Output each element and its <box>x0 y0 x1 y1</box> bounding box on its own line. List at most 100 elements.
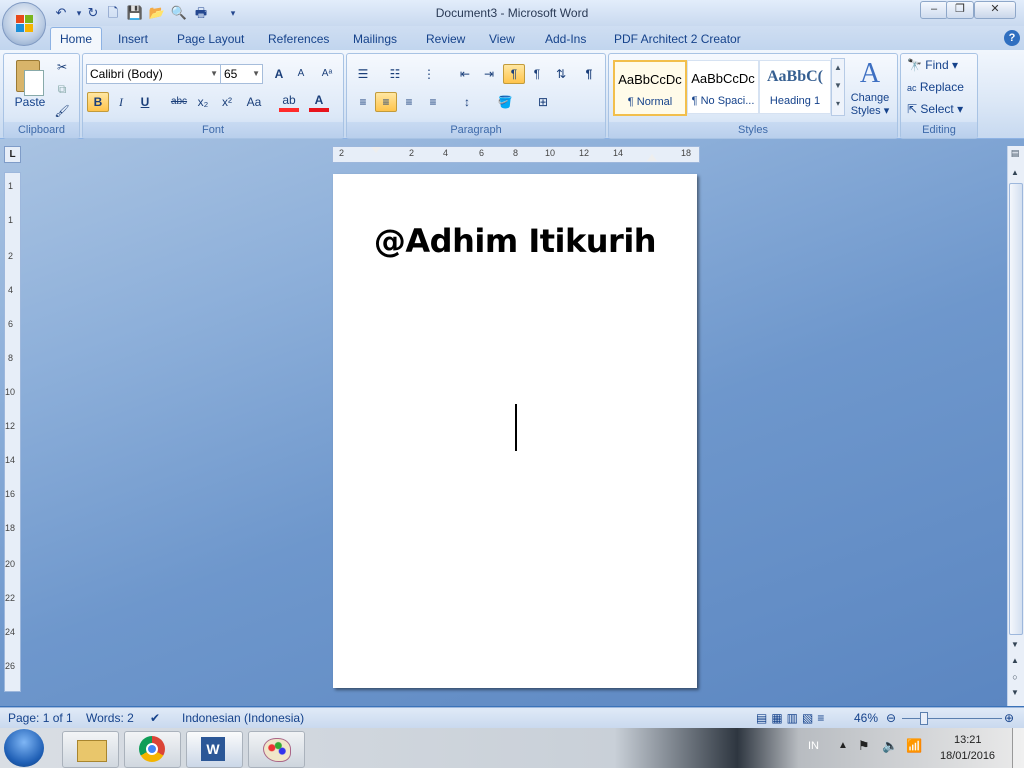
proofing-icon[interactable]: ✔ <box>150 711 160 725</box>
next-page-icon[interactable]: ▼ <box>1009 688 1021 700</box>
zoom-slider[interactable] <box>902 718 1002 719</box>
zoom-out-icon[interactable]: ⊖ <box>886 711 896 725</box>
align-center-icon[interactable]: ≡ <box>375 92 397 112</box>
ltr-text-icon[interactable]: ¶ <box>503 64 525 84</box>
undo-icon[interactable]: ↶ <box>52 4 70 22</box>
vertical-ruler[interactable]: 1 1 2 4 6 8 10 12 14 16 18 20 22 24 26 <box>4 172 21 692</box>
close-button[interactable]: ✕ <box>974 1 1016 19</box>
line-spacing-icon[interactable]: ↕ <box>457 92 477 112</box>
show-desktop-button[interactable] <box>1012 728 1024 768</box>
font-family-select[interactable]: Calibri (Body) ▼ <box>86 64 221 84</box>
font-size-select[interactable]: 65 ▼ <box>220 64 263 84</box>
taskbar-explorer[interactable] <box>62 731 119 768</box>
zoom-in-icon[interactable]: ⊕ <box>1004 711 1014 725</box>
zoom-slider-thumb[interactable] <box>920 712 928 725</box>
decrease-indent-icon[interactable]: ⇤ <box>455 64 475 84</box>
office-button[interactable] <box>2 2 46 46</box>
maximize-button[interactable]: ❐ <box>946 1 974 19</box>
scroll-up-icon[interactable]: ▲ <box>1009 168 1021 180</box>
tab-add-ins[interactable]: Add-Ins <box>536 30 595 50</box>
format-painter-icon[interactable]: 🖌 <box>52 101 72 121</box>
network-icon[interactable]: 📶 <box>906 738 922 754</box>
scroll-down-icon[interactable]: ▼ <box>1009 640 1021 652</box>
horizontal-ruler[interactable]: 2 2 4 6 8 10 12 14 18 <box>332 146 700 163</box>
change-styles-button[interactable]: Change Styles ▾ <box>843 92 897 118</box>
zoom-level[interactable]: 46% <box>854 711 878 725</box>
font-color-icon[interactable]: A <box>309 92 329 112</box>
tab-review[interactable]: Review <box>417 30 474 50</box>
show-formatting-button[interactable]: ¶ <box>579 64 599 84</box>
clock-date[interactable]: 18/01/2016 <box>940 750 995 762</box>
tab-page-layout[interactable]: Page Layout <box>168 30 253 50</box>
sort-icon[interactable]: ⇅ <box>551 64 571 84</box>
clear-formatting-icon[interactable]: Aᵃ <box>317 64 337 84</box>
subscript-button[interactable]: x₂ <box>193 92 213 112</box>
page-count[interactable]: Page: 1 of 1 <box>8 711 73 725</box>
scrollbar-thumb[interactable] <box>1009 183 1023 635</box>
start-button[interactable] <box>4 729 44 767</box>
clock-time[interactable]: 13:21 <box>954 734 982 746</box>
style-normal[interactable]: AaBbCcDc ¶ Normal <box>613 60 687 116</box>
print-icon[interactable]: 🖶 <box>192 4 210 22</box>
tab-view[interactable]: View <box>480 30 524 50</box>
style-no-spacing[interactable]: AaBbCcDc ¶ No Spaci... <box>687 60 759 114</box>
numbering-icon[interactable]: ☷ <box>385 64 405 84</box>
cut-icon[interactable]: ✂ <box>52 57 72 77</box>
input-language[interactable]: IN <box>808 740 819 752</box>
view-ruler-icon[interactable]: ▤ <box>1009 148 1021 162</box>
open-icon[interactable]: 📂 <box>148 4 166 22</box>
print-preview-icon[interactable]: 🔍 <box>170 4 188 22</box>
superscript-button[interactable]: x² <box>217 92 237 112</box>
tab-home[interactable]: Home <box>50 27 103 51</box>
multilevel-list-icon[interactable]: ⋮ <box>419 64 439 84</box>
help-icon[interactable]: ? <box>1004 30 1020 46</box>
paste-button[interactable]: Paste <box>8 92 52 112</box>
justify-icon[interactable]: ≡ <box>423 92 443 112</box>
bold-button[interactable]: B <box>87 92 109 112</box>
align-right-icon[interactable]: ≡ <box>399 92 419 112</box>
previous-page-icon[interactable]: ▲ <box>1009 656 1021 668</box>
tab-references[interactable]: References <box>259 30 338 50</box>
show-hidden-icons[interactable]: ▲ <box>838 740 848 751</box>
taskbar-word[interactable]: W <box>186 731 243 768</box>
highlight-color-icon[interactable]: ab <box>279 92 299 112</box>
view-buttons[interactable]: ▤▦▥▧≡ <box>756 711 828 725</box>
change-case-button[interactable]: Aa <box>241 92 267 112</box>
shrink-font-button[interactable]: A <box>291 64 311 84</box>
minimize-button[interactable]: – <box>920 1 948 19</box>
taskbar-chrome[interactable] <box>124 731 181 768</box>
copy-icon[interactable]: ⧉ <box>52 79 72 99</box>
strikethrough-button[interactable]: abc <box>169 92 189 112</box>
word-count[interactable]: Words: 2 <box>86 711 134 725</box>
new-document-icon[interactable]: 🗋 <box>104 4 122 22</box>
align-left-icon[interactable]: ≡ <box>353 92 373 112</box>
select-browse-object-icon[interactable]: ○ <box>1009 672 1021 684</box>
style-heading-1[interactable]: AaBbC( Heading 1 <box>759 60 831 114</box>
bullets-icon[interactable]: ☰ <box>353 64 373 84</box>
tab-selector[interactable]: L <box>4 146 21 163</box>
tab-mailings[interactable]: Mailings <box>344 30 406 50</box>
document-page[interactable]: @Adhim Itikurih <box>333 174 697 688</box>
action-center-flag-icon[interactable]: ⚑ <box>858 738 870 754</box>
underline-button[interactable]: U <box>135 92 155 112</box>
borders-icon[interactable]: ⊞ <box>533 92 553 112</box>
shading-icon[interactable]: 🪣 <box>495 92 515 112</box>
first-line-indent-marker[interactable] <box>371 147 381 153</box>
replace-button[interactable]: ac Replace <box>907 80 964 94</box>
right-indent-marker[interactable] <box>647 154 657 161</box>
grow-font-button[interactable]: A <box>269 64 289 84</box>
rtl-text-icon[interactable]: ¶ <box>527 64 547 84</box>
language-status[interactable]: Indonesian (Indonesia) <box>182 711 304 725</box>
select-button[interactable]: ⇱ Select ▾ <box>907 102 963 116</box>
find-button[interactable]: 🔭 Find ▾ <box>907 58 958 72</box>
increase-indent-icon[interactable]: ⇥ <box>479 64 499 84</box>
redo-icon[interactable]: ↻ <box>84 4 102 22</box>
italic-button[interactable]: I <box>111 92 131 112</box>
taskbar-paint[interactable] <box>248 731 305 768</box>
tab-insert[interactable]: Insert <box>109 30 157 50</box>
ruler-number: 12 <box>579 148 590 158</box>
customize-qat-icon[interactable]: ▾ <box>224 4 242 22</box>
volume-icon[interactable]: 🔈 <box>882 738 898 754</box>
tab-pdf-architect[interactable]: PDF Architect 2 Creator <box>605 30 750 50</box>
save-icon[interactable]: 💾 <box>126 4 144 22</box>
